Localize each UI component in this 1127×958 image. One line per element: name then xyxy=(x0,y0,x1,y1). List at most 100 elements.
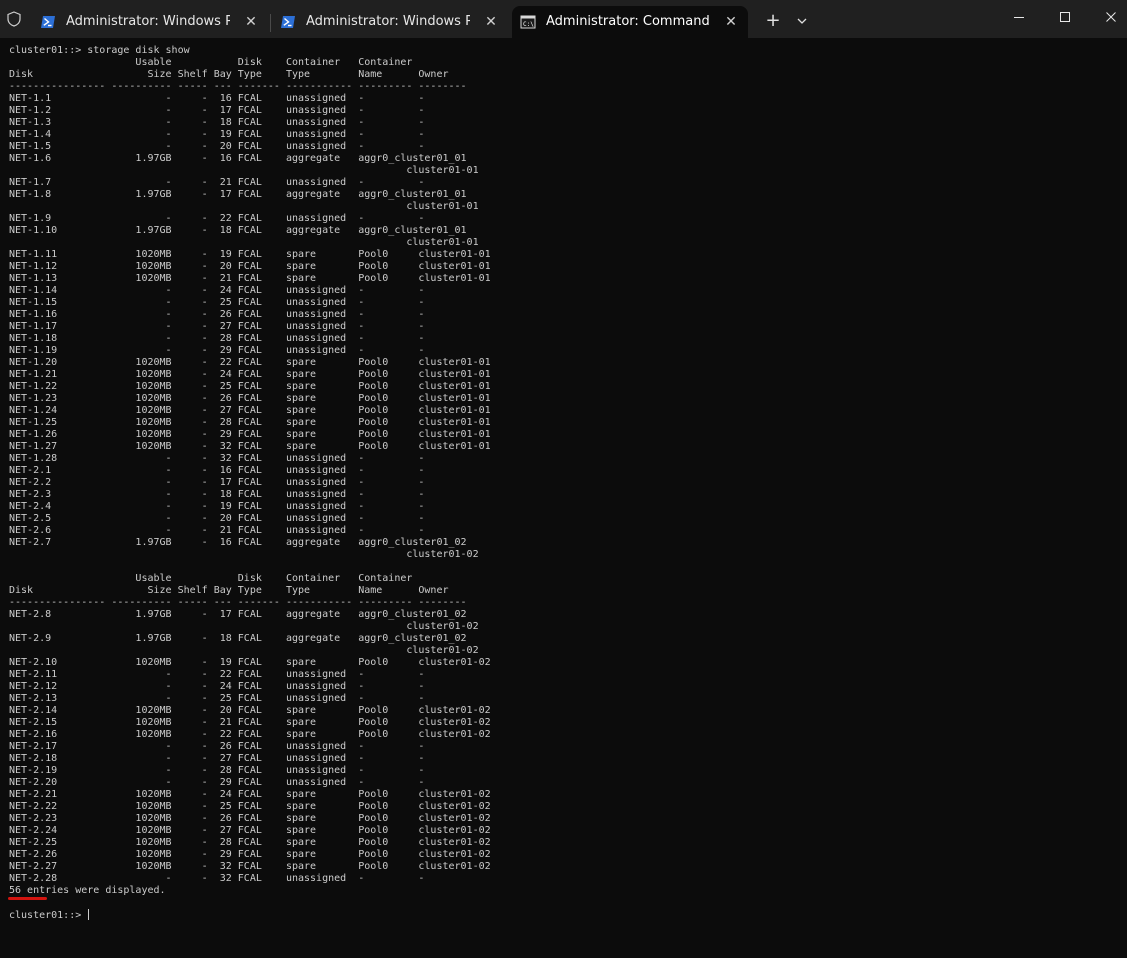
console-line: cluster01::> xyxy=(9,909,90,921)
console-line: NET-2.12 - - 24 FCAL unassigned - - xyxy=(9,681,425,692)
tab-label: Administrator: Windows PowerShell xyxy=(66,14,230,29)
console-line: NET-2.10 1020MB - 19 FCAL spare Pool0 cl… xyxy=(9,657,491,668)
console-line: NET-1.25 1020MB - 28 FCAL spare Pool0 cl… xyxy=(9,417,491,428)
console-line: NET-2.21 1020MB - 24 FCAL spare Pool0 cl… xyxy=(9,789,491,800)
console-line: NET-2.4 - - 19 FCAL unassigned - - xyxy=(9,501,425,512)
console-line: NET-2.13 - - 25 FCAL unassigned - - xyxy=(9,693,425,704)
console-line: NET-1.7 - - 21 FCAL unassigned - - xyxy=(9,177,425,188)
command-prompt-icon: C:\ xyxy=(520,15,536,29)
console-line: cluster01::> storage disk show xyxy=(9,45,190,56)
close-icon[interactable]: ✕ xyxy=(242,13,260,31)
console-line: cluster01-01 xyxy=(9,237,479,248)
console-line: NET-1.2 - - 17 FCAL unassigned - - xyxy=(9,105,425,116)
console-line: NET-1.10 1.97GB - 18 FCAL aggregate aggr… xyxy=(9,225,467,236)
powershell-icon xyxy=(281,16,295,28)
console-line: NET-2.17 - - 26 FCAL unassigned - - xyxy=(9,741,425,752)
console-line: NET-1.5 - - 20 FCAL unassigned - - xyxy=(9,141,425,152)
console-line: NET-1.11 1020MB - 19 FCAL spare Pool0 cl… xyxy=(9,249,491,260)
console-line: NET-1.18 - - 28 FCAL unassigned - - xyxy=(9,333,425,344)
console-line: NET-1.1 - - 16 FCAL unassigned - - xyxy=(9,93,425,104)
console-line: NET-1.14 - - 24 FCAL unassigned - - xyxy=(9,285,425,296)
tab-label: Administrator: Windows PowerShell xyxy=(306,14,470,29)
console-line: NET-1.9 - - 22 FCAL unassigned - - xyxy=(9,213,425,224)
tab-command-prompt[interactable]: C:\ Administrator: Command Prompt ✕ xyxy=(512,6,748,38)
console-line: NET-1.23 1020MB - 26 FCAL spare Pool0 cl… xyxy=(9,393,491,404)
powershell-icon xyxy=(41,16,55,28)
close-icon xyxy=(1106,12,1116,22)
console-line: NET-1.16 - - 26 FCAL unassigned - - xyxy=(9,309,425,320)
annotation-underline xyxy=(8,897,47,900)
console-line: Usable Disk Container Container xyxy=(9,57,413,68)
svg-text:C:\: C:\ xyxy=(523,21,534,28)
console-line: NET-2.25 1020MB - 28 FCAL spare Pool0 cl… xyxy=(9,837,491,848)
console-line: NET-1.17 - - 27 FCAL unassigned - - xyxy=(9,321,425,332)
tab-divider xyxy=(270,14,271,32)
console-line: NET-1.27 1020MB - 32 FCAL spare Pool0 cl… xyxy=(9,441,491,452)
minimize-icon xyxy=(1014,17,1024,18)
console-line: cluster01-01 xyxy=(9,201,479,212)
console-line: NET-1.3 - - 18 FCAL unassigned - - xyxy=(9,117,425,128)
console-line: NET-1.15 - - 25 FCAL unassigned - - xyxy=(9,297,425,308)
minimize-button[interactable] xyxy=(996,0,1042,36)
console-line: cluster01-02 xyxy=(9,621,479,632)
console-line: NET-1.6 1.97GB - 16 FCAL aggregate aggr0… xyxy=(9,153,467,164)
maximize-button[interactable] xyxy=(1042,0,1088,36)
console-line: NET-2.14 1020MB - 20 FCAL spare Pool0 cl… xyxy=(9,705,491,716)
console-line: NET-2.8 1.97GB - 17 FCAL aggregate aggr0… xyxy=(9,609,467,620)
close-icon[interactable]: ✕ xyxy=(722,13,740,31)
console-line: cluster01-02 xyxy=(9,549,479,560)
shield-icon xyxy=(7,11,21,27)
console-line: Disk Size Shelf Bay Type Type Name Owner xyxy=(9,585,449,596)
console-line: NET-2.19 - - 28 FCAL unassigned - - xyxy=(9,765,425,776)
console-line: NET-1.20 1020MB - 22 FCAL spare Pool0 cl… xyxy=(9,357,491,368)
console-line: NET-1.12 1020MB - 20 FCAL spare Pool0 cl… xyxy=(9,261,491,272)
console-line: NET-2.15 1020MB - 21 FCAL spare Pool0 cl… xyxy=(9,717,491,728)
console-line: NET-2.9 1.97GB - 18 FCAL aggregate aggr0… xyxy=(9,633,467,644)
console-line: NET-1.19 - - 29 FCAL unassigned - - xyxy=(9,345,425,356)
tab-powershell-1[interactable]: Administrator: Windows PowerShell ✕ xyxy=(32,6,268,38)
console-line: NET-1.26 1020MB - 29 FCAL spare Pool0 cl… xyxy=(9,429,491,440)
console-line: Disk Size Shelf Bay Type Type Name Owner xyxy=(9,69,449,80)
console-line: NET-2.27 1020MB - 32 FCAL spare Pool0 cl… xyxy=(9,861,491,872)
console-line: cluster01-01 xyxy=(9,165,479,176)
console-line: NET-1.21 1020MB - 24 FCAL spare Pool0 cl… xyxy=(9,369,491,380)
console-line: NET-2.7 1.97GB - 16 FCAL aggregate aggr0… xyxy=(9,537,467,548)
console-line: 56 entries were displayed. xyxy=(9,885,166,896)
tab-bar: Administrator: Windows PowerShell ✕ Admi… xyxy=(0,0,1127,38)
console-line: NET-2.18 - - 27 FCAL unassigned - - xyxy=(9,753,425,764)
console-line: NET-2.3 - - 18 FCAL unassigned - - xyxy=(9,489,425,500)
console-line: NET-2.16 1020MB - 22 FCAL spare Pool0 cl… xyxy=(9,729,491,740)
close-window-button[interactable] xyxy=(1088,0,1127,36)
console-line: NET-2.6 - - 21 FCAL unassigned - - xyxy=(9,525,425,536)
console-line: NET-2.2 - - 17 FCAL unassigned - - xyxy=(9,477,425,488)
console-line: NET-2.11 - - 22 FCAL unassigned - - xyxy=(9,669,425,680)
console-line: NET-2.1 - - 16 FCAL unassigned - - xyxy=(9,465,425,476)
console-line: NET-2.23 1020MB - 26 FCAL spare Pool0 cl… xyxy=(9,813,491,824)
console-line: NET-1.22 1020MB - 25 FCAL spare Pool0 cl… xyxy=(9,381,491,392)
console-line: ---------------- ---------- ----- --- --… xyxy=(9,597,467,608)
console-output: cluster01::> storage disk show Usable Di… xyxy=(9,45,491,921)
console-line: NET-2.5 - - 20 FCAL unassigned - - xyxy=(9,513,425,524)
console-line: NET-2.20 - - 29 FCAL unassigned - - xyxy=(9,777,425,788)
console-line: NET-1.24 1020MB - 27 FCAL spare Pool0 cl… xyxy=(9,405,491,416)
console-line: NET-2.24 1020MB - 27 FCAL spare Pool0 cl… xyxy=(9,825,491,836)
console-line: NET-2.28 - - 32 FCAL unassigned - - xyxy=(9,873,425,884)
console-line: NET-1.4 - - 19 FCAL unassigned - - xyxy=(9,129,425,140)
close-icon[interactable]: ✕ xyxy=(482,13,500,31)
console-line: NET-1.8 1.97GB - 17 FCAL aggregate aggr0… xyxy=(9,189,467,200)
tab-powershell-2[interactable]: Administrator: Windows PowerShell ✕ xyxy=(272,6,508,38)
text-cursor xyxy=(88,909,90,920)
chevron-down-icon[interactable] xyxy=(795,14,809,28)
console-line: NET-2.22 1020MB - 25 FCAL spare Pool0 cl… xyxy=(9,801,491,812)
console-line: ---------------- ---------- ----- --- --… xyxy=(9,81,467,92)
terminal-pane[interactable]: cluster01::> storage disk show Usable Di… xyxy=(0,38,1127,958)
tab-label: Administrator: Command Prompt xyxy=(546,14,710,29)
console-line: NET-2.26 1020MB - 29 FCAL spare Pool0 cl… xyxy=(9,849,491,860)
console-line: NET-1.28 - - 32 FCAL unassigned - - xyxy=(9,453,425,464)
maximize-icon xyxy=(1060,12,1070,22)
console-line: NET-1.13 1020MB - 21 FCAL spare Pool0 cl… xyxy=(9,273,491,284)
new-tab-button[interactable]: + xyxy=(764,12,782,30)
console-line: cluster01-02 xyxy=(9,645,479,656)
